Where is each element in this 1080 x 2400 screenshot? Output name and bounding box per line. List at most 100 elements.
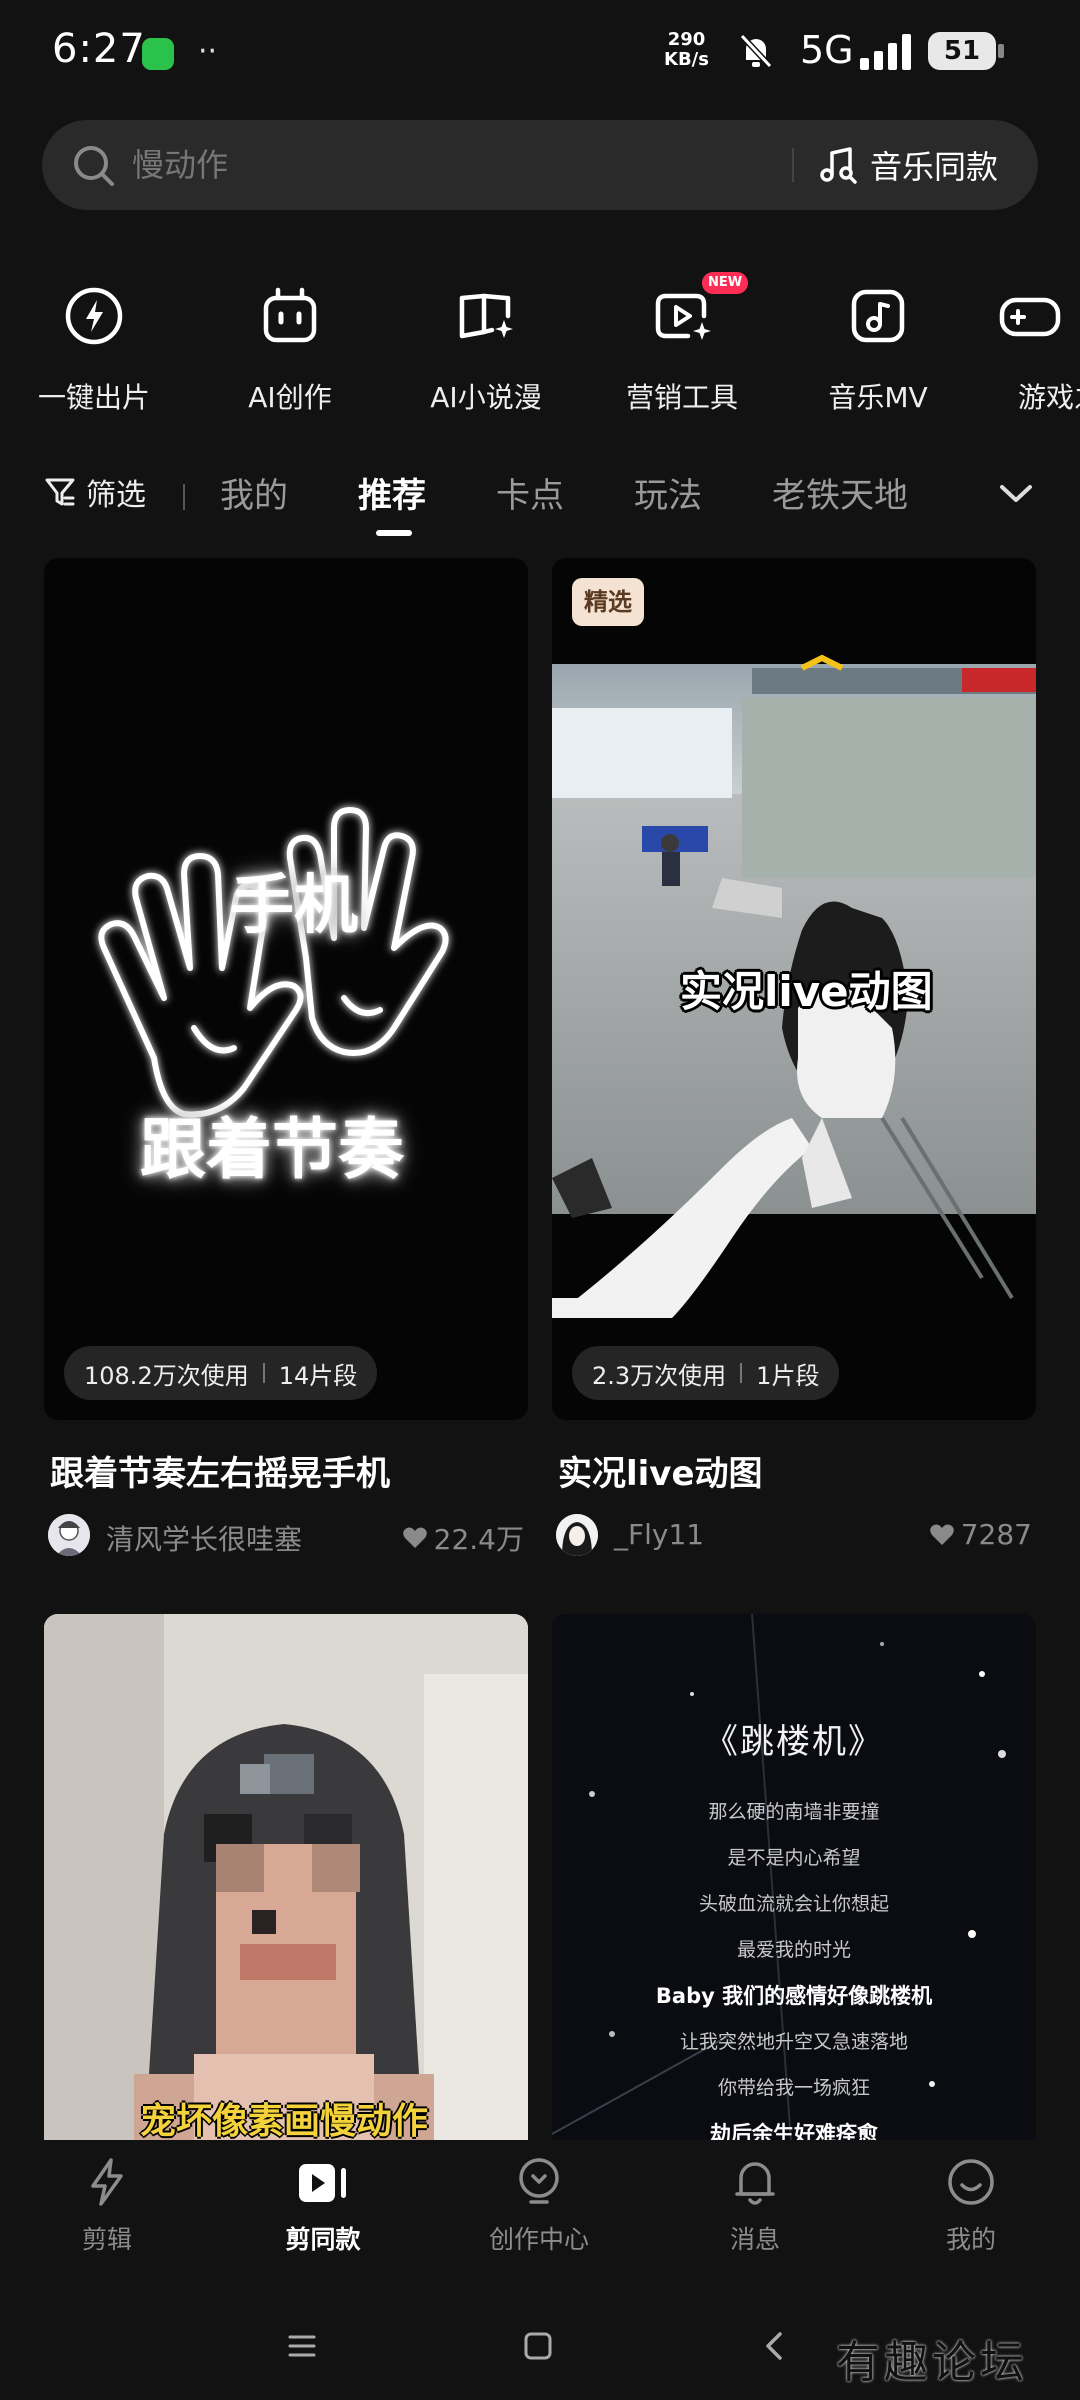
tool-ai-create[interactable]: AI创作 [200,280,380,416]
tool-ai-novel-comic[interactable]: AI小说漫 [396,280,576,416]
nav-creator-center[interactable]: 创作中心 [464,2156,614,2256]
template-card[interactable]: 《跳楼机》 那么硬的南墙非要撞 是不是内心希望 头破血流就会让你想起 最爱我的时… [552,1614,1036,2140]
usage-count: 108.2万次使用 [84,1361,249,1390]
tool-marketing[interactable]: 营销工具 [592,280,772,416]
usage-divider [740,1363,743,1383]
nav-templates[interactable]: 剪同款 [248,2156,398,2256]
nav-label: 我的 [945,2225,996,2254]
card-title[interactable]: 跟着节奏左右摇晃手机 [50,1446,390,1495]
nav-label: 剪辑 [81,2225,132,2254]
lyric-line: 让我突然地升空又急速落地 [679,2031,908,2053]
back-icon[interactable] [760,2330,788,2362]
battery-level: 51 [928,32,996,70]
tool-label: 一键出片 [37,381,150,414]
like-count-group[interactable]: 7287 [929,1518,1032,1551]
featured-badge: 精选 [572,578,644,626]
music-note-icon [851,289,905,343]
like-count-group[interactable]: 22.4万 [402,1518,524,1558]
lyric-line-highlight: Baby 我们的感情好像跳楼机 [655,1984,933,2008]
avatar-image [48,1514,90,1556]
book-sparkle-icon [459,293,513,339]
cover-text-top: 手机 [230,869,358,943]
filter-divider [183,484,185,510]
nav-profile[interactable]: 我的 [896,2156,1046,2256]
search-input[interactable] [132,120,812,210]
heart-icon [929,1523,954,1545]
template-cover[interactable]: 实况live动图 精选 2.3万次使用 1片段 [552,558,1036,1420]
search-divider [792,148,794,182]
home-icon[interactable] [522,2332,554,2360]
author-name[interactable]: _Fly11 [614,1518,704,1551]
category-tabs-row: 筛选 我的 推荐 卡点 玩法 老铁天地 [0,460,1080,536]
like-count: 22.4万 [433,1523,524,1556]
cover-text-bottom: 跟着节奏 [140,1111,404,1188]
menu-icon[interactable] [286,2332,318,2360]
tab-mine[interactable]: 我的 [220,468,288,517]
chevron-down-icon[interactable] [996,478,1036,508]
template-cover[interactable]: 《跳楼机》 那么硬的南墙非要撞 是不是内心希望 头破血流就会让你想起 最爱我的时… [552,1614,1036,2140]
active-tab-indicator [376,530,412,536]
like-count: 7287 [960,1518,1032,1551]
tool-label: AI创作 [248,381,332,414]
cover-text: 实况live动图 [680,967,933,1016]
tab-gameplay[interactable]: 玩法 [634,468,702,517]
search-bar[interactable]: 音乐同款 [42,120,1038,210]
tab-beat-sync[interactable]: 卡点 [496,468,564,517]
avatar[interactable] [556,1514,598,1556]
lyric-line: 是不是内心希望 [727,1847,861,1869]
wechat-notification-icon [142,38,174,70]
lightning-circle-icon [65,287,123,345]
lightning-icon [91,2158,123,2206]
music-same-button[interactable]: 音乐同款 [818,120,1028,210]
author-row: _Fly11 7287 [556,1514,1032,1558]
smiley-icon [948,2159,994,2205]
network-speed-unit: KB/s [664,49,709,70]
gamepad-icon [999,297,1061,337]
tool-label: 音乐MV [828,381,928,414]
lyric-line: 最爱我的时光 [736,1939,851,1961]
segment-count: 1片段 [756,1361,820,1390]
heart-icon [402,1527,427,1548]
nav-edit[interactable]: 剪辑 [32,2156,182,2256]
nav-label: 创作中心 [488,2225,589,2254]
lyric-line: 你带给我一场疯狂 [717,2077,870,2099]
lyric-line: 头破血流就会让你想起 [698,1893,889,1915]
usage-pill: 2.3万次使用 1片段 [572,1346,840,1400]
usage-count: 2.3万次使用 [592,1361,727,1390]
new-badge: NEW [702,272,748,294]
avatar[interactable] [48,1514,90,1556]
template-card[interactable]: 宠坏像素画慢动作 [44,1614,528,2140]
author-name[interactable]: 清风学长很哇塞 [106,1518,302,1558]
filter-button[interactable]: 筛选 [44,470,146,514]
more-notifications-icon: ·· [198,34,218,69]
pixelated-portrait [44,1614,528,2140]
nav-label: 消息 [729,2225,780,2254]
robot-icon [263,287,317,343]
tab-laotie[interactable]: 老铁天地 [772,468,908,517]
filter-label: 筛选 [86,478,146,513]
battery-icon [998,44,1004,58]
bottom-navigation: 剪辑 剪同款 创作中心 消息 我的 [0,2140,1080,2280]
card-title[interactable]: 实况live动图 [558,1446,763,1495]
music-same-label: 音乐同款 [870,148,999,186]
usage-pill: 108.2万次使用 14片段 [64,1346,378,1400]
nav-messages[interactable]: 消息 [680,2156,830,2256]
signal-strength-icon [860,34,911,70]
network-type: 5G [800,28,854,72]
template-cover[interactable]: 宠坏像素画慢动作 [44,1614,528,2140]
tool-label: 营销工具 [625,381,738,414]
network-speed: 290 KB/s [664,30,709,70]
tool-one-click-clip[interactable]: 一键出片 [4,280,184,416]
tool-game[interactable]: 游戏之 [984,280,1080,416]
tool-music-mv[interactable]: 音乐MV [788,280,968,416]
watermark: 有趣论坛 [836,2337,1028,2388]
template-cover[interactable]: 手机 跟着节奏 108.2万次使用 14片段 [44,558,528,1420]
bell-muted-icon [739,33,773,69]
bell-icon [735,2162,775,2205]
lightbulb-icon [519,2158,559,2204]
tab-recommended[interactable]: 推荐 [358,468,426,517]
tool-label: AI小说漫 [430,381,542,414]
lyric-line: 劫后余生好难痊愈 [710,2122,878,2140]
nav-label: 剪同款 [285,2225,361,2254]
tool-label: 游戏之 [1018,381,1080,414]
